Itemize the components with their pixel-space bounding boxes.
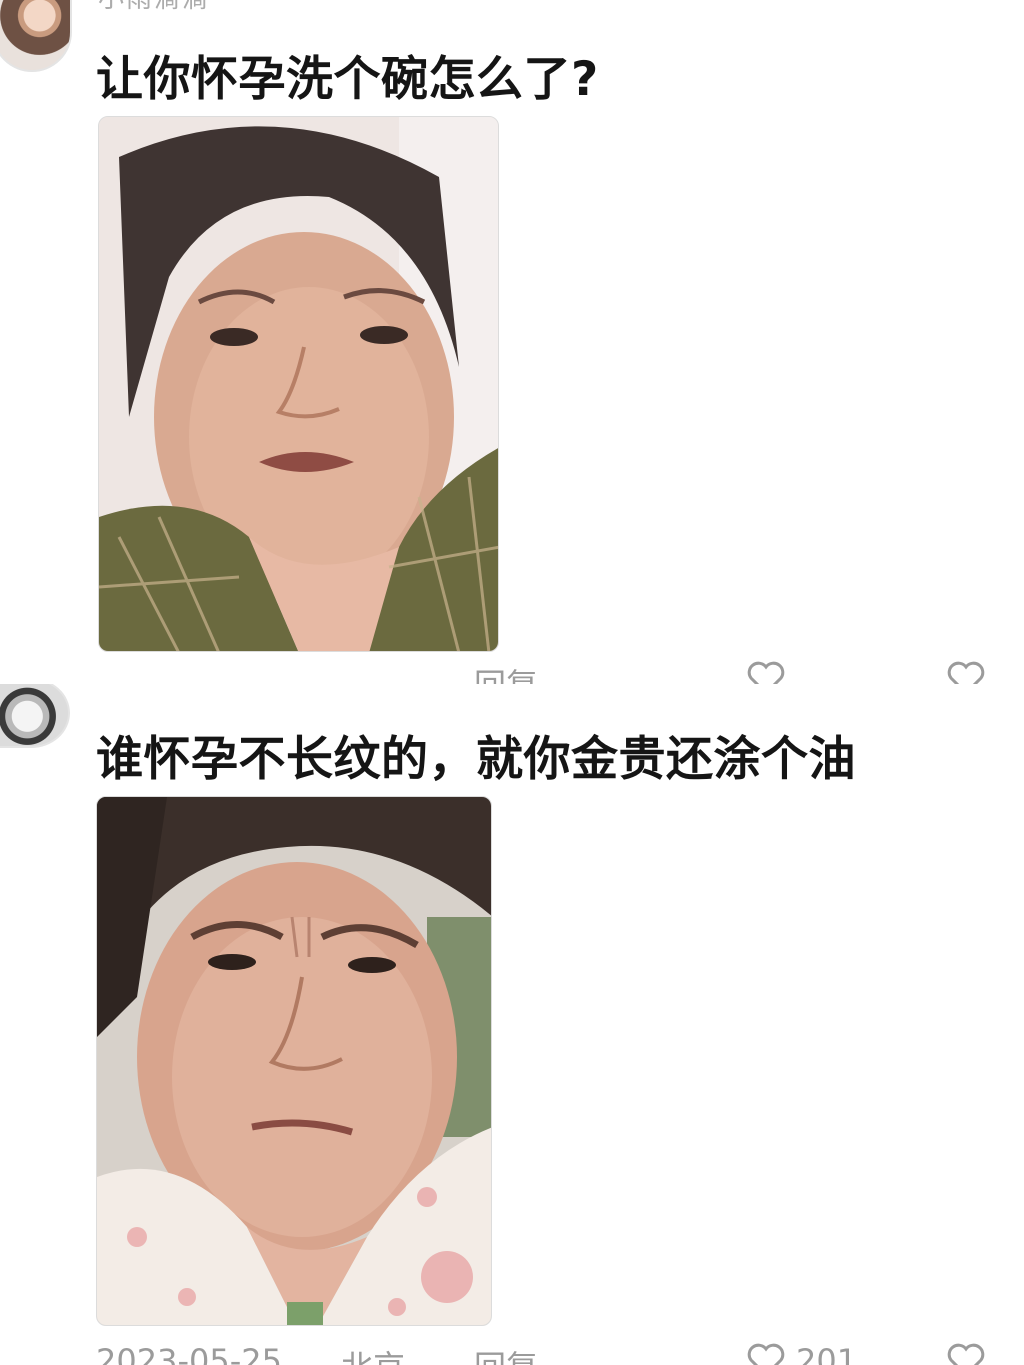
like-count: 201 [796, 1342, 858, 1365]
comment-feed: 小雨滴滴 让你怀孕洗个碗怎么了? [0, 0, 1024, 1365]
portrait-image [97, 797, 491, 1325]
like-icon[interactable] [746, 660, 786, 684]
reply-button[interactable]: 回复 [474, 1342, 538, 1365]
comment-meta: 回复 [96, 660, 1006, 684]
like-icon[interactable] [746, 1342, 786, 1365]
comment-photo[interactable] [98, 116, 499, 652]
comment-meta: 2023-05-25 北京 回复 201 [96, 1342, 1006, 1365]
comment-item: 小雨滴滴 让你怀孕洗个碗怎么了? [0, 0, 1024, 684]
dislike-icon[interactable] [946, 660, 986, 684]
comment-item: 谁怀孕不长纹的，就你金贵还涂个油 2023-05-25 201 [0, 684, 1024, 1365]
comment-text: 谁怀孕不长纹的，就你金贵还涂个油 [96, 732, 856, 787]
avatar[interactable] [0, 0, 72, 72]
comment-photo[interactable] [96, 796, 492, 1326]
comment-time: 2023-05-25 [96, 1342, 282, 1365]
portrait-image [99, 117, 498, 651]
dislike-icon[interactable] [946, 1342, 986, 1365]
reply-button[interactable]: 回复 [474, 660, 538, 684]
comment-text: 让你怀孕洗个碗怎么了? [96, 52, 599, 107]
avatar[interactable] [0, 684, 70, 748]
comment-location: 北京 [341, 1342, 405, 1365]
username[interactable]: 小雨滴滴 [98, 0, 210, 15]
